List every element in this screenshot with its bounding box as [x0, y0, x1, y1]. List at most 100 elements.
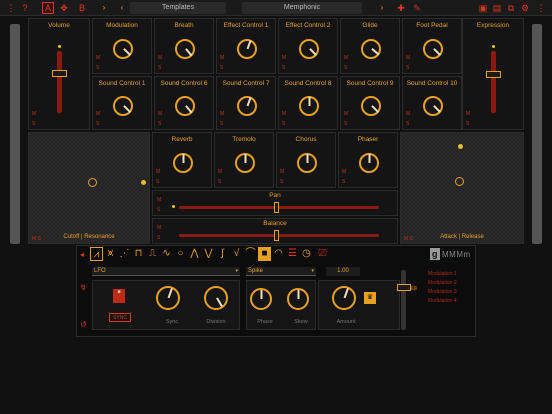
knob-reverb[interactable] [173, 153, 193, 173]
mode-a-button[interactable]: A [42, 2, 54, 14]
volume-slider-thumb[interactable] [52, 70, 67, 77]
grip-icon[interactable]: ⋮ [6, 2, 16, 14]
wave-sine-icon[interactable]: ∿ [160, 247, 173, 261]
lfo-list-item[interactable]: Modulation 1 [428, 271, 472, 277]
knob-glide[interactable] [361, 39, 381, 59]
expression-slider-track[interactable] [491, 51, 496, 113]
help-icon[interactable]: ? [20, 2, 30, 14]
lfo-knob-label-division: Division [206, 319, 226, 325]
wave-curve-icon[interactable]: ◠ [272, 247, 285, 261]
s-tag: S [406, 121, 410, 127]
menu-icon[interactable]: ⋮ [536, 2, 546, 14]
knob-sound-control-8[interactable] [299, 96, 319, 116]
knob-label-effect-control-2: Effect Control 2 [285, 22, 331, 29]
knob-sound-control-7[interactable] [237, 96, 257, 116]
cutoff-resonance-xy-pad[interactable]: M S Cutoff | Resonance [28, 132, 150, 244]
lfo-rate-field[interactable]: 1.00 [326, 267, 360, 276]
knob-sound-control-9[interactable] [361, 96, 381, 116]
wave-bars-icon[interactable]: ☰ [286, 247, 299, 261]
lfo-knob-amount[interactable] [332, 286, 356, 310]
knob-effect-control-2[interactable] [299, 39, 319, 59]
knob-indicator [123, 48, 131, 56]
lfo-route-icon[interactable]: ↯ [80, 283, 87, 292]
wave-s-curve-icon[interactable]: ∫ [216, 247, 229, 261]
knob-modulation[interactable] [113, 39, 133, 59]
wave-saw-icon[interactable]: ⩘ [90, 247, 103, 261]
m-tag: M [96, 111, 101, 117]
wave-noise-icon[interactable]: ⩙ [104, 247, 117, 261]
sync-button[interactable]: SYNC [109, 313, 131, 322]
lfo-knob-sync[interactable] [156, 286, 180, 310]
knob-chorus[interactable] [297, 153, 317, 173]
wave-v-icon[interactable]: √ [230, 247, 243, 261]
lfo-list-item[interactable]: Modulation 2 [428, 280, 472, 286]
lfo-knob-phase[interactable] [250, 288, 272, 310]
wave-triangle-icon[interactable]: ⋁ [202, 247, 215, 261]
lfo-source-select[interactable]: LFO ▾ [92, 267, 240, 276]
knob-sound-control-6[interactable] [175, 96, 195, 116]
knob-indicator [216, 297, 223, 308]
knob-breath[interactable] [175, 39, 195, 59]
wave-clock-icon[interactable]: ◷ [300, 247, 313, 261]
right-scroll-rail[interactable] [532, 24, 542, 244]
pan-slider-track[interactable] [179, 206, 379, 209]
lfo-knob-skew[interactable] [287, 288, 309, 310]
lfo-depth-thumb[interactable] [397, 284, 411, 291]
s-tag: S [158, 121, 162, 127]
lfo-shape-select[interactable]: Spike ▾ [246, 267, 316, 276]
pan-slider-thumb[interactable] [274, 202, 279, 213]
wave-square-icon[interactable]: ⊓ [132, 247, 145, 261]
balance-slider-thumb[interactable] [274, 230, 279, 241]
lfo-list-item[interactable]: Modulation 3 [428, 289, 472, 295]
knob-effect-control-1[interactable] [237, 39, 257, 59]
wave-dot-icon[interactable]: ○ [174, 247, 187, 261]
knob-sound-control-1[interactable] [113, 96, 133, 116]
wave-fill-icon[interactable]: ■ [258, 247, 271, 261]
next-preset-icon[interactable]: › [378, 2, 386, 14]
link-icon[interactable]: ⧉ [506, 2, 516, 14]
lfo-knob-label-sync: Sync [165, 319, 179, 325]
balance-slider-track[interactable] [179, 234, 379, 237]
s-tag: S [220, 121, 224, 127]
lfo-list-item[interactable]: Modulation 4 [428, 298, 472, 304]
knob-phaser[interactable] [359, 153, 379, 173]
expression-peak-dot [492, 45, 495, 48]
xy-pad-right-handle[interactable] [455, 177, 464, 186]
knob-indicator [298, 290, 300, 299]
prev-template-arrow[interactable]: › [100, 2, 108, 14]
knob-indicator [261, 290, 263, 299]
copy-icon[interactable]: ▣ [478, 2, 488, 14]
lfo-target-icon[interactable]: ♛ [364, 292, 376, 304]
left-scroll-rail[interactable] [10, 24, 20, 244]
wave-rise-icon[interactable]: ⌒ [244, 247, 257, 261]
wave-zigzag-icon[interactable]: ⋀ [188, 247, 201, 261]
record-button[interactable]: ■ [113, 289, 125, 303]
template-field[interactable]: Templates [130, 2, 226, 14]
volume-slider-track[interactable] [57, 51, 62, 113]
lfo-reset-icon[interactable]: ↺ [80, 320, 87, 329]
edit-icon[interactable]: ✎ [412, 2, 422, 14]
prev-preset-icon[interactable]: ‹ [118, 2, 126, 14]
knob-panel-sound-control-8: Sound Control 8 MS [278, 76, 338, 130]
arrows-icon[interactable]: ✥ [58, 2, 70, 14]
wave-pulse-icon[interactable]: ⎍ [146, 247, 159, 261]
add-icon[interactable]: ✚ [396, 2, 406, 14]
knob-sound-control-10[interactable] [423, 96, 443, 116]
expression-slider-thumb[interactable] [486, 71, 501, 78]
knob-indicator [185, 105, 193, 114]
paste-icon[interactable]: ▤ [492, 2, 502, 14]
knob-foot-pedal[interactable] [423, 39, 443, 59]
s-tag: S [282, 121, 286, 127]
lfo-depth-track[interactable] [401, 270, 406, 330]
wave-ramp-icon[interactable]: ⋰ [118, 247, 131, 261]
knob-tremolo[interactable] [235, 153, 255, 173]
xy-pad-left-handle[interactable] [88, 178, 97, 187]
lfo-knob-division[interactable] [204, 286, 228, 310]
attack-release-xy-pad[interactable]: M S Attack | Release [400, 132, 524, 244]
settings-icon[interactable]: ⚙ [520, 2, 530, 14]
wave-rnd-icon[interactable]: ⎚ [316, 247, 329, 261]
knob-label-modulation: Modulation [106, 22, 138, 29]
preset-field[interactable]: Memphonic [242, 2, 362, 14]
lfo-collapse-icon[interactable]: ◂ [80, 250, 84, 259]
mode-b-button[interactable]: B [76, 2, 88, 14]
